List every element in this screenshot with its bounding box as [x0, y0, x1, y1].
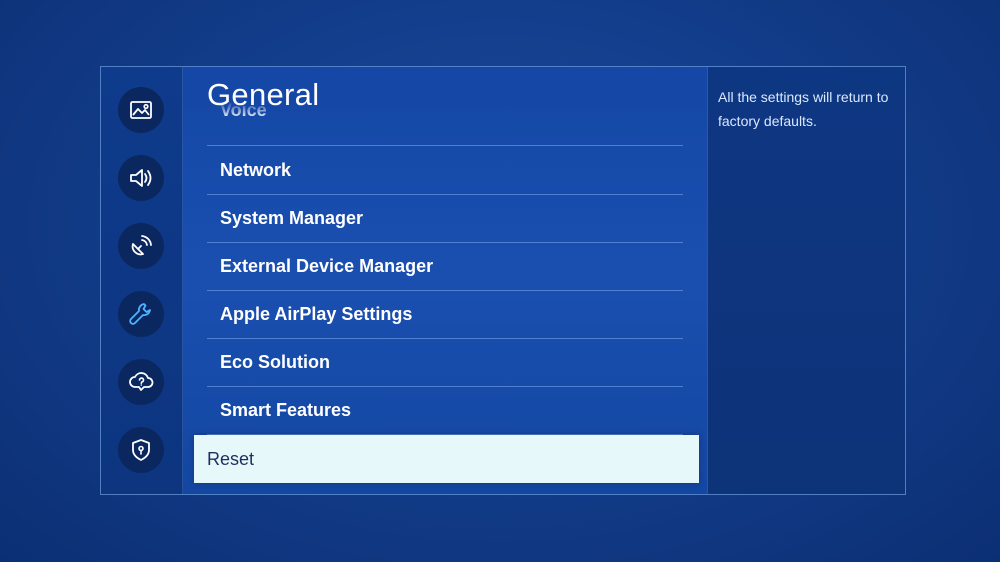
reset-description: All the settings will return to factory … — [718, 89, 889, 129]
page-title: General — [207, 77, 320, 112]
shield-icon — [132, 439, 150, 461]
sound-icon — [130, 169, 152, 187]
privacy-category-button[interactable] — [118, 427, 164, 473]
support-cloud-icon — [129, 372, 154, 391]
menu-item-external-device-manager[interactable]: External Device Manager — [207, 243, 683, 291]
menu-item-system-manager[interactable]: System Manager — [207, 195, 683, 243]
menu-item-network[interactable]: Network — [207, 147, 683, 195]
wrench-icon — [129, 303, 151, 325]
category-rail — [101, 67, 183, 494]
picture-category-button[interactable] — [118, 87, 164, 133]
description-panel: All the settings will return to factory … — [707, 67, 905, 494]
support-category-button[interactable] — [118, 359, 164, 405]
general-menu: General Voice Network System Manager Ext… — [183, 67, 707, 494]
broadcasting-icon — [131, 235, 152, 256]
picture-icon — [130, 101, 152, 119]
menu-item-eco-solution[interactable]: Eco Solution — [207, 339, 683, 387]
settings-panel: General Voice Network System Manager Ext… — [100, 66, 906, 495]
menu-item-apple-airplay-settings[interactable]: Apple AirPlay Settings — [207, 291, 683, 339]
menu-item-reset[interactable]: Reset — [194, 435, 699, 483]
general-category-button[interactable] — [118, 291, 164, 337]
broadcasting-category-button[interactable] — [118, 223, 164, 269]
menu-item-smart-features[interactable]: Smart Features — [207, 387, 683, 435]
sound-category-button[interactable] — [118, 155, 164, 201]
